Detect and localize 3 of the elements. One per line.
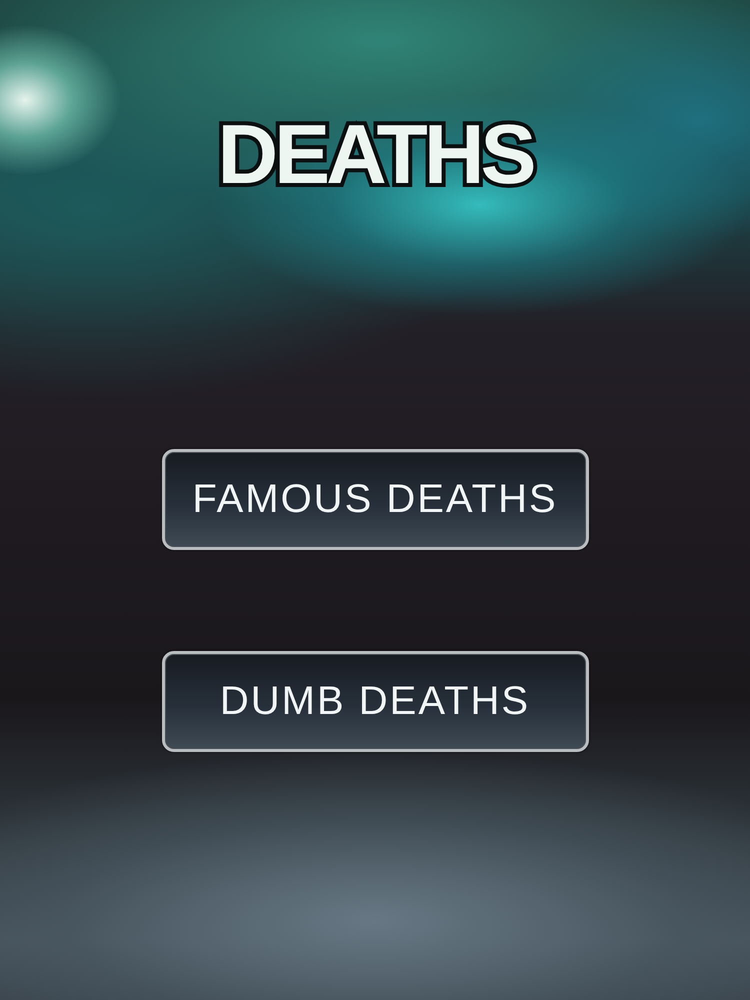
menu-button[interactable]: FAMOUS DEATHS bbox=[162, 449, 588, 550]
menu-button[interactable]: DUMB DEATHS bbox=[162, 651, 588, 752]
app-title: DEATHS bbox=[217, 112, 533, 196]
